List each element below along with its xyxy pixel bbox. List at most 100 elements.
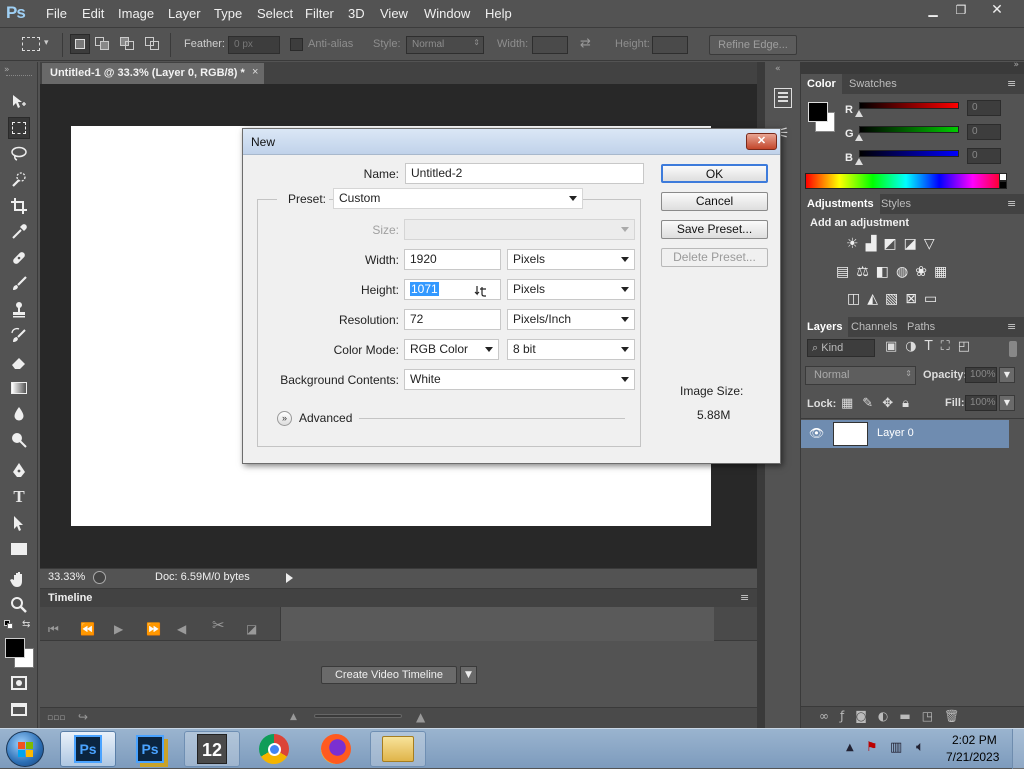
start-button[interactable]: [6, 731, 44, 767]
vibrance-icon[interactable]: ▽: [924, 236, 942, 252]
menu-file[interactable]: File: [46, 6, 67, 21]
taskbar-firefox[interactable]: [308, 731, 364, 767]
fill-input[interactable]: 100%: [965, 395, 997, 411]
height-unit-select[interactable]: Pixels: [507, 279, 635, 300]
cancel-button[interactable]: Cancel: [661, 192, 768, 211]
channel-mixer-icon[interactable]: ❀: [915, 264, 934, 280]
split-scissors-icon[interactable]: ✂: [212, 616, 225, 634]
subtract-from-selection-icon[interactable]: [120, 37, 136, 51]
new-layer-icon[interactable]: ◳: [922, 709, 944, 723]
close-tab-icon[interactable]: ×: [252, 66, 258, 78]
next-frame-icon[interactable]: ⏩: [146, 622, 161, 636]
feather-input[interactable]: 0 px: [228, 36, 280, 54]
action-center-icon[interactable]: ⚑: [866, 740, 878, 755]
anti-alias-checkbox[interactable]: [290, 38, 303, 51]
color-balance-icon[interactable]: ⚖: [856, 264, 876, 280]
layer-row[interactable]: 👁︎ Layer 0: [801, 420, 1009, 448]
document-tab[interactable]: Untitled-1 @ 33.3% (Layer 0, RGB/8) * ×: [42, 63, 264, 84]
add-mask-icon[interactable]: ◙: [855, 709, 878, 723]
rectangle-tool-icon[interactable]: [8, 538, 30, 560]
selective-color-icon[interactable]: ⊠: [905, 291, 924, 307]
taskbar-chrome[interactable]: [246, 731, 302, 767]
channel-slider-r[interactable]: [859, 102, 959, 109]
collapse-tools-icon[interactable]: »: [4, 65, 10, 75]
zoom-level[interactable]: 33.33%: [48, 571, 85, 583]
photo-filter-icon[interactable]: ◍: [896, 264, 915, 280]
menu-type[interactable]: Type: [214, 6, 242, 21]
history-icon[interactable]: [774, 88, 792, 108]
tab-swatches[interactable]: Swatches: [843, 74, 903, 94]
foreground-color-swatch[interactable]: [5, 638, 25, 658]
tab-color[interactable]: Color: [801, 74, 842, 94]
smart-object-filter-icon[interactable]: ◰: [958, 339, 978, 354]
panel-menu-icon[interactable]: ≡: [1007, 77, 1016, 90]
threshold-icon[interactable]: ▧: [885, 291, 905, 307]
width-input[interactable]: 1920: [404, 249, 501, 270]
brush-tool-icon[interactable]: [8, 273, 30, 295]
timeline-view-icon[interactable]: ▫▫▫: [47, 713, 65, 723]
menu-select[interactable]: Select: [257, 6, 293, 21]
dialog-titlebar[interactable]: New ✕: [243, 129, 780, 155]
create-video-timeline-button[interactable]: Create Video Timeline: [321, 666, 457, 684]
new-adjustment-icon[interactable]: ◐: [878, 709, 899, 723]
channel-slider-thumb[interactable]: [855, 158, 863, 165]
menu-window[interactable]: Window: [424, 6, 470, 21]
blur-tool-icon[interactable]: [8, 403, 30, 425]
type-filter-icon[interactable]: T: [925, 339, 941, 354]
gradient-map-icon[interactable]: ▭: [924, 291, 944, 307]
black-white-icon[interactable]: ◧: [876, 264, 896, 280]
type-tool-icon[interactable]: T: [8, 486, 30, 508]
posterize-icon[interactable]: ◭: [867, 291, 885, 307]
channel-slider-b[interactable]: [859, 150, 959, 157]
quick-selection-tool-icon[interactable]: [8, 169, 30, 191]
audio-icon[interactable]: ◀: [177, 622, 186, 636]
zoom-tool-icon[interactable]: [8, 594, 30, 616]
background-contents-select[interactable]: White: [404, 369, 635, 390]
dodge-tool-icon[interactable]: [8, 429, 30, 451]
menu-edit[interactable]: Edit: [82, 6, 104, 21]
style-select[interactable]: Normal ⇕: [406, 36, 484, 54]
rectangular-marquee-tool-icon[interactable]: [8, 117, 30, 139]
bit-depth-select[interactable]: 8 bit: [507, 339, 635, 360]
taskbar-wb12[interactable]: 12: [184, 731, 240, 767]
name-input[interactable]: Untitled-2: [405, 163, 644, 184]
width-unit-select[interactable]: Pixels: [507, 249, 635, 270]
quick-mask-icon[interactable]: [8, 672, 30, 694]
curves-icon[interactable]: ◩: [883, 236, 903, 252]
panel-menu-icon[interactable]: ≡: [1007, 320, 1016, 333]
color-lookup-icon[interactable]: ▦: [934, 264, 954, 280]
clone-stamp-tool-icon[interactable]: [8, 299, 30, 321]
panel-menu-icon[interactable]: ≡: [740, 591, 749, 604]
visibility-eye-icon[interactable]: 👁︎: [809, 426, 824, 440]
color-mode-select[interactable]: RGB Color: [404, 339, 499, 360]
volume-icon[interactable]: 🔈︎: [916, 739, 924, 755]
marquee-tool-preset-icon[interactable]: [22, 37, 40, 51]
opacity-input[interactable]: 100%: [965, 367, 997, 383]
layer-style-icon[interactable]: ƒ: [840, 709, 855, 723]
eyedropper-tool-icon[interactable]: [8, 221, 30, 243]
network-icon[interactable]: ▥: [890, 740, 902, 755]
first-frame-icon[interactable]: ⏮: [48, 622, 59, 637]
add-to-selection-icon[interactable]: [95, 37, 111, 51]
channel-slider-thumb[interactable]: [855, 134, 863, 141]
foreground-color-chip[interactable]: [808, 102, 828, 122]
resolution-input[interactable]: 72: [404, 309, 501, 330]
lock-pixels-icon[interactable]: ✎: [862, 396, 882, 411]
exposure-icon[interactable]: ◪: [904, 236, 924, 252]
play-icon[interactable]: ▶: [114, 622, 123, 636]
refine-edge-button[interactable]: Refine Edge...: [709, 35, 797, 55]
clock-time[interactable]: 2:02 PM: [952, 733, 997, 747]
color-spectrum-ramp[interactable]: [805, 173, 1007, 189]
filter-toggle[interactable]: [1009, 341, 1017, 357]
eraser-tool-icon[interactable]: [8, 351, 30, 373]
channel-slider-g[interactable]: [859, 126, 959, 133]
minimize-icon[interactable]: ▁: [918, 2, 948, 20]
show-desktop-button[interactable]: [1012, 729, 1024, 769]
status-menu-icon[interactable]: [93, 571, 106, 584]
zoom-in-icon[interactable]: ▲: [416, 710, 425, 724]
menu-help[interactable]: Help: [485, 6, 512, 21]
menu-3d[interactable]: 3D: [348, 6, 365, 21]
resolution-unit-select[interactable]: Pixels/Inch: [507, 309, 635, 330]
preset-select[interactable]: Custom: [333, 188, 583, 209]
menu-view[interactable]: View: [380, 6, 408, 21]
